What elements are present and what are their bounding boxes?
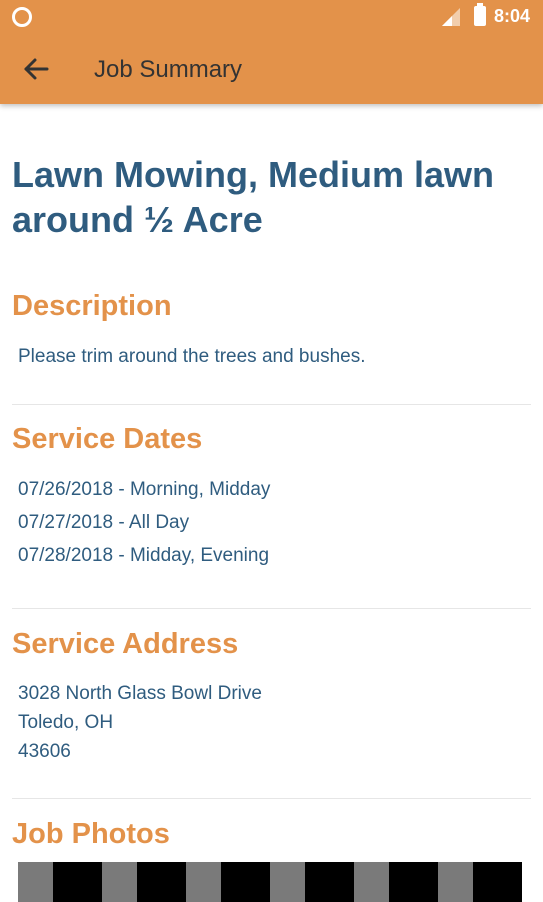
status-time: 8:04 [494,6,531,26]
arrow-left-icon[interactable] [22,55,50,83]
description-heading: Description [12,290,172,322]
status-bar: 8:04 [0,0,543,34]
job-title: Lawn Mowing, Medium lawn around ½ Acre [12,154,494,240]
service-address: 3028 North Glass Bowl Drive Toledo, OH 4… [18,679,262,766]
signal-icon [442,8,460,26]
service-dates-list: 07/26/2018 - Morning, Midday 07/27/2018 … [18,473,270,572]
address-line: 3028 North Glass Bowl Drive [18,683,262,704]
job-summary-content[interactable]: Lawn Mowing, Medium lawn around ½ Acre D… [0,104,543,902]
service-date-item: 07/28/2018 - Midday, Evening [18,545,270,566]
address-line: Toledo, OH [18,712,114,733]
service-date-item: 07/27/2018 - All Day [18,512,190,533]
service-address-heading: Service Address [12,628,239,660]
description-text: Please trim around the trees and bushes. [18,346,366,367]
page-title: Job Summary [94,56,243,83]
divider [12,404,531,405]
address-line: 43606 [18,741,71,762]
notification-circle-icon [12,7,32,27]
service-dates-heading: Service Dates [12,423,203,455]
job-photo-thumbnail[interactable] [18,862,522,902]
service-date-item: 07/26/2018 - Morning, Midday [18,479,271,500]
job-photos-heading: Job Photos [12,818,170,850]
divider [12,608,531,609]
app-bar: 8:04 Job Summary [0,0,543,104]
battery-icon [474,3,486,26]
divider [12,798,531,799]
